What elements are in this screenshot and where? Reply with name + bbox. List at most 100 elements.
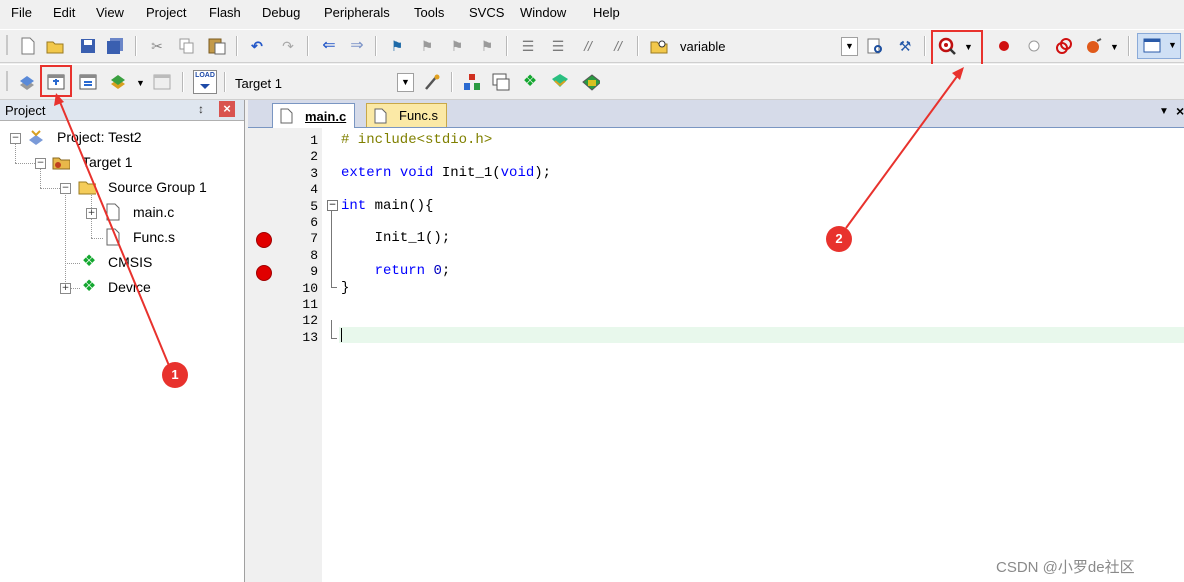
tab-func-s[interactable]: Func.s — [366, 103, 448, 127]
source-group-collapse-toggle[interactable]: − — [60, 183, 71, 194]
tree-line — [40, 168, 41, 188]
indent-icon[interactable]: ☰ — [519, 37, 537, 55]
options-for-target-icon[interactable] — [423, 73, 441, 91]
download-button[interactable]: LOAD — [193, 70, 217, 94]
save-icon[interactable] — [79, 37, 97, 55]
close-panel-icon[interactable]: × — [219, 101, 235, 117]
fold-line-end — [331, 338, 337, 339]
tree-item-main-c[interactable]: main.c — [133, 204, 174, 220]
find-field[interactable]: variable — [680, 39, 726, 54]
menu-help[interactable]: Help — [593, 5, 620, 20]
redo-icon[interactable]: ↷ — [279, 37, 297, 55]
code-line: return 0; — [374, 263, 451, 280]
target-collapse-toggle[interactable]: − — [35, 158, 46, 169]
open-folder-icon[interactable] — [46, 37, 64, 55]
line-number: 6 — [310, 215, 318, 230]
tab-main-c[interactable]: main.c — [272, 103, 356, 128]
cut-icon[interactable]: ✂ — [148, 37, 166, 55]
disable-breakpoints-icon[interactable] — [1055, 37, 1073, 55]
current-line-highlight — [339, 327, 1184, 343]
code-editor[interactable] — [339, 128, 1184, 582]
tree-item-target[interactable]: Target 1 — [82, 154, 133, 170]
configure-icon[interactable]: ⚒ — [896, 37, 914, 55]
select-packs-icon[interactable] — [492, 73, 510, 91]
manage-rte-icon[interactable]: ❖ — [521, 73, 539, 91]
breakpoint-dropdown-icon[interactable]: ▼ — [1110, 42, 1119, 52]
insert-breakpoint-icon[interactable] — [995, 37, 1013, 55]
code-line: Init_1(); — [341, 230, 451, 247]
folder-icon — [78, 178, 96, 196]
tree-item-source-group[interactable]: Source Group 1 — [108, 179, 207, 195]
menu-bar: File Edit View Project Flash Debug Perip… — [0, 0, 1184, 26]
toolbar-separator — [637, 36, 639, 56]
next-bookmark-icon[interactable]: ⚑ — [448, 37, 466, 55]
navigate-back-icon[interactable]: ⇐ — [320, 37, 338, 55]
copy-icon[interactable] — [178, 37, 196, 55]
fold-toggle-main[interactable]: − — [327, 200, 338, 211]
toolbar-separator — [224, 72, 226, 92]
clear-bookmarks-icon[interactable]: ⚑ — [478, 37, 496, 55]
menu-flash[interactable]: Flash — [209, 5, 241, 20]
close-tab-icon[interactable]: × — [1176, 103, 1184, 119]
target-select[interactable]: Target 1 — [235, 76, 282, 91]
menu-tools[interactable]: Tools — [414, 5, 444, 20]
undo-icon[interactable]: ↶ — [248, 37, 266, 55]
find-in-files-icon[interactable] — [650, 37, 668, 55]
find-field-dropdown[interactable]: ▼ — [841, 37, 858, 56]
tree-item-device[interactable]: Device — [108, 279, 151, 295]
window-layout-dropdown-icon[interactable]: ▼ — [1168, 40, 1177, 50]
menu-file[interactable]: File — [11, 5, 32, 20]
new-file-icon[interactable] — [19, 37, 37, 55]
line-number: 7 — [310, 231, 318, 247]
translate-icon[interactable] — [18, 73, 36, 91]
batch-build-dropdown-icon[interactable]: ▼ — [136, 78, 145, 88]
enable-breakpoint-icon[interactable] — [1025, 37, 1043, 55]
project-collapse-toggle[interactable]: − — [10, 133, 21, 144]
build-icon[interactable] — [47, 72, 65, 90]
line-number: 13 — [302, 329, 318, 345]
menu-window[interactable]: Window — [520, 5, 566, 20]
comment-icon[interactable]: // — [579, 37, 597, 55]
stop-build-icon[interactable] — [153, 72, 171, 90]
unindent-icon[interactable]: ☰ — [549, 37, 567, 55]
kill-breakpoints-icon[interactable] — [1085, 37, 1103, 55]
paste-icon[interactable] — [208, 37, 226, 55]
pin-icon[interactable]: ↕ — [198, 102, 204, 116]
menu-edit[interactable]: Edit — [53, 5, 75, 20]
fold-line-end — [331, 287, 337, 288]
insert-bookmark-icon[interactable]: ⚑ — [388, 37, 406, 55]
device-component-icon: ❖ — [81, 278, 97, 295]
menu-view[interactable]: View — [96, 5, 124, 20]
rebuild-icon[interactable] — [79, 72, 97, 90]
tree-item-project[interactable]: Project: Test2 — [57, 129, 142, 145]
menu-peripherals[interactable]: Peripherals — [324, 5, 390, 20]
menu-project[interactable]: Project — [146, 5, 186, 20]
uncomment-icon[interactable]: // — [609, 37, 627, 55]
fold-line — [331, 320, 332, 338]
asm-file-tab-icon — [374, 108, 387, 123]
tree-item-cmsis[interactable]: CMSIS — [108, 254, 152, 270]
incremental-find-icon[interactable] — [866, 37, 884, 55]
target-select-dropdown[interactable]: ▼ — [397, 73, 414, 92]
menu-debug[interactable]: Debug — [262, 5, 300, 20]
pack-update-icon[interactable] — [582, 73, 600, 91]
window-layout-button[interactable]: ▼ — [1137, 33, 1181, 59]
line-number: 11 — [302, 297, 318, 312]
line-number: 10 — [302, 280, 318, 296]
tab-list-dropdown-icon[interactable]: ▼ — [1159, 106, 1169, 117]
line-number: 3 — [310, 165, 318, 181]
previous-bookmark-icon[interactable]: ⚑ — [418, 37, 436, 55]
device-expand-toggle[interactable]: + — [60, 283, 71, 294]
start-debug-session-icon[interactable] — [938, 37, 956, 55]
manage-project-items-icon[interactable] — [463, 73, 481, 91]
debug-dropdown-icon[interactable]: ▼ — [964, 42, 973, 52]
pack-installer-icon[interactable] — [551, 73, 569, 91]
tree-item-func-s[interactable]: Func.s — [133, 229, 175, 245]
navigate-forward-icon[interactable]: ⇒ — [348, 37, 366, 55]
toolbar-separator — [182, 72, 184, 92]
tree-line — [91, 238, 103, 239]
save-all-icon[interactable] — [106, 37, 124, 55]
main-c-expand-toggle[interactable]: + — [86, 208, 97, 219]
batch-build-icon[interactable] — [109, 72, 127, 90]
menu-svcs[interactable]: SVCS — [469, 5, 504, 20]
